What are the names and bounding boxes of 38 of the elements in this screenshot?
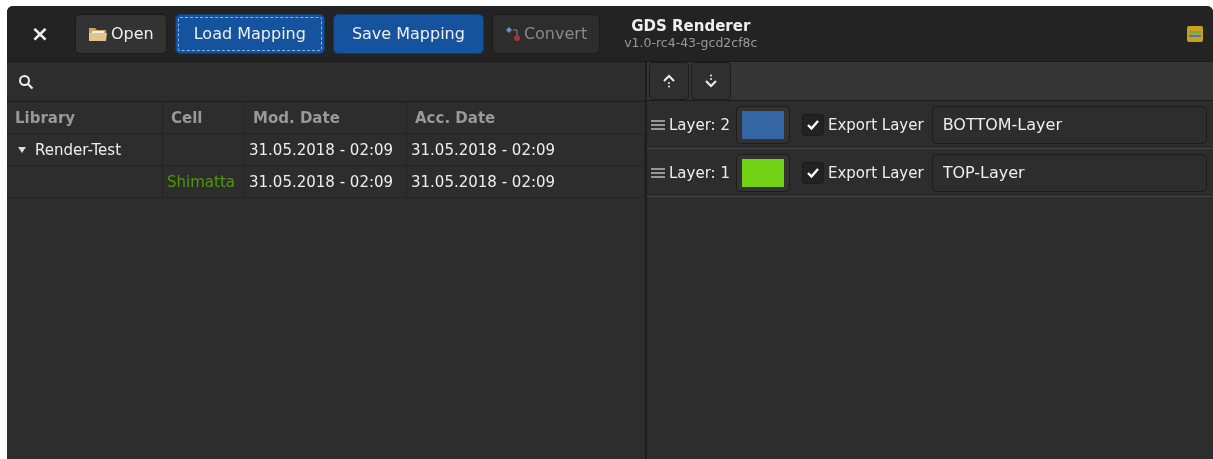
column-header[interactable]: Mod. Date (245, 102, 407, 133)
toolbar-button[interactable]: Open (75, 13, 167, 54)
layer-label: Layer: 2 (669, 115, 730, 134)
toolbar-button[interactable]: Load Mapping (174, 13, 325, 54)
arrow-down-icon (704, 74, 718, 88)
checkbox[interactable] (801, 113, 824, 136)
checkbox[interactable] (801, 161, 824, 184)
layer-label: Layer: 1 (669, 163, 730, 182)
table-cell: 31.05.2018 - 02:09 (411, 140, 556, 159)
layer-name-field[interactable]: TOP-Layer (931, 153, 1207, 192)
checkbox-label: Export Layer (827, 115, 924, 134)
checkmark-icon (805, 166, 820, 179)
checkmark-icon (805, 118, 820, 131)
move-down-button[interactable] (691, 62, 731, 100)
column-header[interactable]: Library (7, 102, 163, 133)
column-header[interactable]: Acc. Date (407, 102, 645, 133)
table-cell: Shimatta (167, 172, 235, 191)
convert-icon (504, 24, 521, 43)
table-cell: 31.05.2018 - 02:09 (249, 172, 394, 191)
window-subtitle: v1.0-rc4-43-gcd2cf8c (624, 35, 758, 50)
table-cell: Render-Test (35, 140, 121, 159)
window-title: GDS Renderer (631, 17, 751, 35)
expander-icon[interactable] (17, 145, 27, 154)
table-cell: 31.05.2018 - 02:09 (411, 172, 556, 191)
column-header[interactable]: Cell (163, 102, 245, 133)
arrow-up-icon (662, 74, 676, 88)
checkbox-label: Export Layer (827, 163, 924, 182)
close-button[interactable]: × (23, 21, 57, 46)
search-icon[interactable] (18, 73, 34, 90)
toolbar-button[interactable]: Save Mapping (332, 13, 484, 54)
app-icon[interactable] (1187, 25, 1203, 42)
color-button[interactable] (735, 153, 790, 192)
table-cell: 31.05.2018 - 02:09 (249, 140, 394, 159)
drag-handle-icon[interactable] (651, 118, 665, 131)
move-up-button[interactable] (649, 62, 689, 100)
drag-handle-icon[interactable] (651, 166, 665, 179)
layer-name-field[interactable]: BOTTOM-Layer (931, 105, 1207, 144)
color-button[interactable] (735, 105, 790, 144)
